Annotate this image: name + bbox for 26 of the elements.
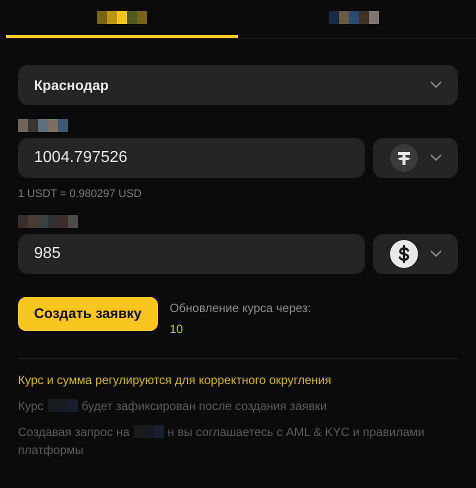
redacted-tab-label: [97, 11, 147, 24]
amount-field[interactable]: 1004.797526: [18, 138, 365, 178]
tether-coin-icon: [390, 144, 418, 172]
city-select[interactable]: Краснодар: [18, 65, 458, 105]
dollar-coin-icon: [390, 240, 418, 268]
currency-select[interactable]: [373, 234, 458, 274]
redacted-tab-label: [329, 11, 379, 24]
exchange-rate: 1 USDT = 0.980297 USD: [18, 187, 143, 202]
redacted-word: [48, 399, 78, 412]
create-request-button[interactable]: Создать заявку: [18, 296, 158, 330]
chevron-down-icon: [430, 154, 442, 162]
note-text: платформы: [18, 442, 84, 458]
redacted-word: [134, 425, 164, 438]
currency-select[interactable]: [373, 138, 458, 178]
amount-field[interactable]: 985: [18, 234, 365, 274]
note-text: н вы соглашаетесь с AML & KYC и правилами: [168, 424, 424, 440]
note-text: будет зафиксирован после создания заявки: [82, 398, 327, 414]
redacted-label: [18, 214, 78, 228]
note-text: Создавая запрос на: [18, 424, 130, 440]
chevron-down-icon: [430, 250, 442, 258]
refresh-label: Обновление курса через:: [170, 300, 311, 316]
chevron-down-icon: [430, 81, 442, 89]
redacted-label: [18, 119, 68, 132]
note-text: Курс и сумма регулируются для корректного округления: [18, 372, 332, 388]
countdown: 10: [170, 320, 184, 338]
note-text: Курс: [18, 398, 44, 414]
